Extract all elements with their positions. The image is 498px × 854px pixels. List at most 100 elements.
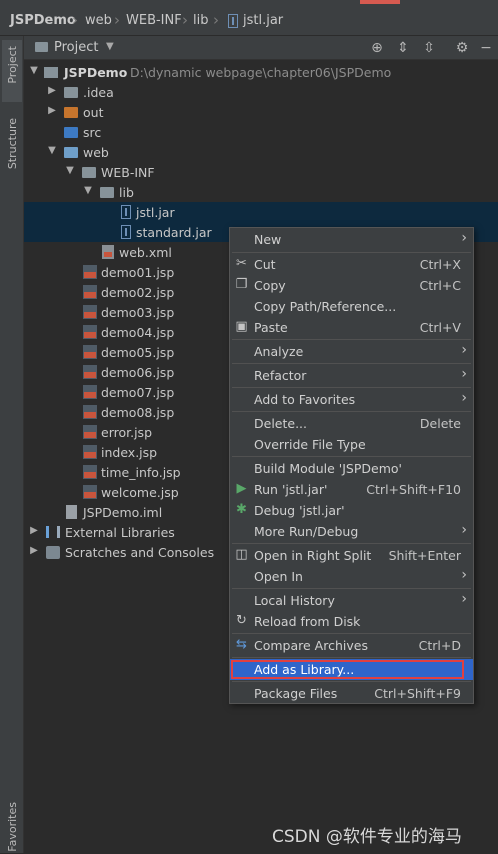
expand-arrow-icon[interactable]: ▼ xyxy=(64,165,76,176)
iml-file-icon xyxy=(66,505,77,519)
tree-label: demo03.jsp xyxy=(101,305,175,320)
submenu-arrow-icon: › xyxy=(461,230,467,246)
scissors-icon: ✂ xyxy=(236,256,247,271)
tree-label: Scratches and Consoles xyxy=(65,545,215,560)
menu-item-analyze[interactable]: Analyze › xyxy=(230,341,473,362)
menu-shortcut: Ctrl+Shift+F10 xyxy=(366,482,461,497)
chevron-down-icon[interactable]: ▼ xyxy=(106,41,114,52)
menu-item-new[interactable]: New › xyxy=(230,229,473,250)
tree-node-out[interactable]: ▶ out xyxy=(24,102,498,122)
expand-all-icon[interactable]: ⇕ xyxy=(394,39,412,57)
tree-node-lib[interactable]: ▼ lib xyxy=(24,182,498,202)
jar-icon xyxy=(228,14,238,28)
project-panel-title[interactable]: Project xyxy=(54,40,98,55)
menu-shortcut: Ctrl+D xyxy=(418,638,461,653)
compare-icon: ⇆ xyxy=(236,637,247,652)
jsp-file-icon xyxy=(83,485,97,499)
root-path: D:\dynamic webpage\chapter06\JSPDemo xyxy=(130,65,392,80)
jar-icon xyxy=(121,205,131,219)
submenu-arrow-icon: › xyxy=(461,522,467,538)
tree-label: demo08.jsp xyxy=(101,405,175,420)
menu-label: Reload from Disk xyxy=(254,614,361,629)
menu-item-package-files[interactable]: Package Files Ctrl+Shift+F9 xyxy=(230,683,473,704)
breadcrumb-web-inf[interactable]: WEB-INF xyxy=(126,13,182,28)
reload-icon: ↻ xyxy=(236,613,247,628)
menu-item-delete[interactable]: Delete... Delete xyxy=(230,413,473,434)
submenu-arrow-icon: › xyxy=(461,591,467,607)
tree-label: demo06.jsp xyxy=(101,365,175,380)
tree-label: lib xyxy=(119,185,134,200)
menu-item-local-history[interactable]: Local History › xyxy=(230,590,473,611)
menu-item-copy[interactable]: ❐ Copy Ctrl+C xyxy=(230,275,473,296)
project-tab-label: Project xyxy=(6,46,19,84)
jsp-file-icon xyxy=(83,365,97,379)
tree-label: External Libraries xyxy=(65,525,175,540)
structure-tool-tab[interactable]: Structure xyxy=(2,114,22,186)
jsp-file-icon xyxy=(83,405,97,419)
menu-item-refactor[interactable]: Refactor › xyxy=(230,365,473,386)
tree-label: src xyxy=(83,125,102,140)
menu-label: More Run/Debug xyxy=(254,524,359,539)
scratches-icon xyxy=(46,546,60,559)
menu-label: Analyze xyxy=(254,344,304,359)
menu-item-reload-from-disk[interactable]: ↻ Reload from Disk xyxy=(230,611,473,632)
menu-label: New xyxy=(254,232,282,247)
chevron-right-icon: › xyxy=(213,11,219,29)
tree-node-idea[interactable]: ▶ .idea xyxy=(24,82,498,102)
jsp-file-icon xyxy=(83,265,97,279)
breadcrumb-jspdemo[interactable]: JSPDemo xyxy=(10,13,76,28)
navigation-bar: JSPDemo › web › WEB-INF › lib › jstl.jar xyxy=(0,0,498,36)
tree-label: demo07.jsp xyxy=(101,385,175,400)
tree-label: out xyxy=(83,105,104,120)
tree-node-root[interactable]: ▼ JSPDemo D:\dynamic webpage\chapter06\J… xyxy=(24,62,498,82)
tree-node-web[interactable]: ▼ web xyxy=(24,142,498,162)
menu-label: Run 'jstl.jar' xyxy=(254,482,328,497)
tree-label: error.jsp xyxy=(101,425,153,440)
locate-icon[interactable]: ⊕ xyxy=(368,39,386,57)
menu-item-cut[interactable]: ✂ Cut Ctrl+X xyxy=(230,254,473,275)
menu-item-paste[interactable]: ▣ Paste Ctrl+V xyxy=(230,317,473,338)
menu-item-open-in[interactable]: Open In › xyxy=(230,566,473,587)
tree-label: JSPDemo.iml xyxy=(83,505,163,520)
menu-separator xyxy=(232,456,471,457)
expand-arrow-icon[interactable]: ▼ xyxy=(28,65,40,76)
menu-item-more-run-debug[interactable]: More Run/Debug › xyxy=(230,521,473,542)
menu-item-add-favorites[interactable]: Add to Favorites › xyxy=(230,389,473,410)
menu-separator xyxy=(232,411,471,412)
breadcrumb-lib[interactable]: lib xyxy=(193,13,208,28)
tree-node-jstl-jar[interactable]: jstl.jar xyxy=(24,202,498,222)
tree-label: demo01.jsp xyxy=(101,265,175,280)
jsp-file-icon xyxy=(83,285,97,299)
highlight-annotation-box xyxy=(231,660,464,679)
breadcrumb-jstl-jar[interactable]: jstl.jar xyxy=(243,13,283,28)
collapse-arrow-icon[interactable]: ▶ xyxy=(46,105,58,116)
menu-item-copy-path[interactable]: Copy Path/Reference... xyxy=(230,296,473,317)
breadcrumb-web[interactable]: web xyxy=(85,13,112,28)
menu-label: Debug 'jstl.jar' xyxy=(254,503,345,518)
submenu-arrow-icon: › xyxy=(461,390,467,406)
menu-label: Cut xyxy=(254,257,276,272)
gear-icon[interactable]: ⚙ xyxy=(453,39,471,57)
menu-item-open-right-split[interactable]: ◫ Open in Right Split Shift+Enter xyxy=(230,545,473,566)
collapse-arrow-icon[interactable]: ▶ xyxy=(28,545,40,556)
menu-item-compare-archives[interactable]: ⇆ Compare Archives Ctrl+D xyxy=(230,635,473,656)
collapse-all-icon[interactable]: ⇳ xyxy=(420,39,438,57)
tree-node-web-inf[interactable]: ▼ WEB-INF xyxy=(24,162,498,182)
menu-item-run[interactable]: ▶ Run 'jstl.jar' Ctrl+Shift+F10 xyxy=(230,479,473,500)
menu-item-override-file-type[interactable]: Override File Type xyxy=(230,434,473,455)
project-tool-tab[interactable]: Project xyxy=(2,40,22,102)
menu-separator xyxy=(232,657,471,658)
root-name: JSPDemo xyxy=(64,65,128,80)
expand-arrow-icon[interactable]: ▼ xyxy=(46,145,58,156)
collapse-arrow-icon[interactable]: ▶ xyxy=(46,85,58,96)
tab-stripe xyxy=(360,0,400,4)
menu-item-debug[interactable]: ✱ Debug 'jstl.jar' xyxy=(230,500,473,521)
tree-label: jstl.jar xyxy=(136,205,175,220)
expand-arrow-icon[interactable]: ▼ xyxy=(82,185,94,196)
favorites-tool-tab[interactable]: Favorites xyxy=(2,798,22,854)
menu-item-build-module[interactable]: Build Module 'JSPDemo' xyxy=(230,458,473,479)
split-view-icon: ◫ xyxy=(235,547,248,562)
collapse-arrow-icon[interactable]: ▶ xyxy=(28,525,40,536)
tree-node-src[interactable]: src xyxy=(24,122,498,142)
hide-icon[interactable]: − xyxy=(477,39,495,57)
